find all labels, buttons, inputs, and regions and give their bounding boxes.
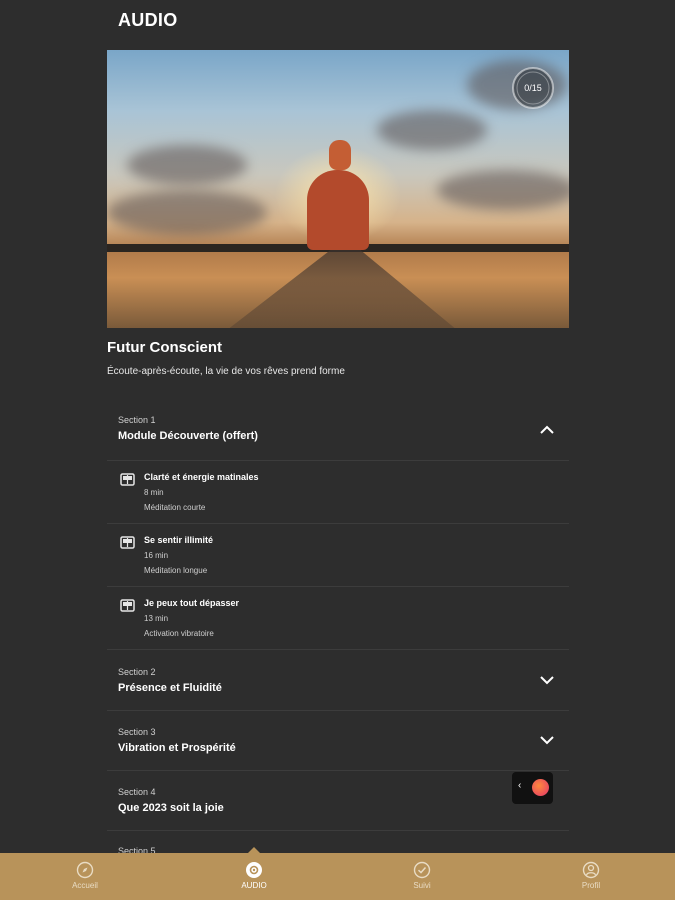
section-title: Module Découverte (offert) [118,430,258,442]
nav-label: AUDIO [241,881,267,890]
section-label: Section 2 [118,667,156,677]
chevron-up-icon[interactable] [539,422,555,438]
lesson-title: Se sentir illimité [144,535,214,545]
bottom-navigation: Accueil AUDIO Suivi Profil [0,853,675,900]
nav-item-suivi[interactable]: Suivi [382,861,462,890]
lesson-duration: 8 min [144,488,164,497]
section-label: Section 1 [118,415,156,425]
lesson-item[interactable]: Je peux tout dépasser 13 min Activation … [107,587,569,650]
section-title: Vibration et Prospérité [118,742,236,754]
section-header-1[interactable]: Section 1 Module Découverte (offert) [107,402,569,461]
lesson-title: Clarté et énergie matinales [144,472,259,482]
nav-item-profil[interactable]: Profil [551,861,631,890]
check-circle-icon [413,861,431,879]
course-title: Futur Conscient [107,339,222,356]
progress-label: 0/15 [524,83,542,93]
section-header-2[interactable]: Section 2 Présence et Fluidité [107,652,569,711]
lesson-title: Je peux tout dépasser [144,598,240,608]
progress-ring: 0/15 [511,66,555,110]
chevron-down-icon[interactable] [539,732,555,748]
chevron-left-icon: ‹ [518,780,522,791]
nav-label: Accueil [72,881,98,890]
lesson-item[interactable]: Se sentir illimité 16 min Méditation lon… [107,524,569,587]
book-icon [120,599,135,612]
user-icon [582,861,600,879]
lesson-duration: 16 min [144,551,169,560]
nav-label: Suivi [413,881,431,890]
page-title: AUDIO [118,10,178,30]
nav-item-accueil[interactable]: Accueil [45,861,125,890]
nav-item-audio[interactable]: AUDIO [214,861,294,890]
lesson-type: Méditation courte [144,503,206,512]
compass-icon [76,861,94,879]
lesson-duration: 13 min [144,614,169,623]
section-title: Que 2023 soit la joie [118,802,224,814]
lesson-item[interactable]: Clarté et énergie matinales 8 min Médita… [107,461,569,524]
app-badge-icon [532,779,549,796]
section-label: Section 4 [118,787,156,797]
section-header-3[interactable]: Section 3 Vibration et Prospérité [107,712,569,771]
section-label: Section 3 [118,727,156,737]
section-title: Présence et Fluidité [118,682,222,694]
chevron-down-icon[interactable] [539,672,555,688]
book-icon [120,473,135,486]
course-subtitle: Écoute-après-écoute, la vie de vos rêves… [107,366,345,377]
lesson-type: Méditation longue [144,566,208,575]
lesson-type: Activation vibratoire [144,629,214,638]
section-header-4[interactable]: Section 4 Que 2023 soit la joie [107,772,569,831]
audio-icon [246,862,262,878]
course-cover-image [107,50,569,328]
nav-label: Profil [581,881,601,890]
floating-chat-widget[interactable]: ‹ [512,772,553,804]
book-icon [120,536,135,549]
